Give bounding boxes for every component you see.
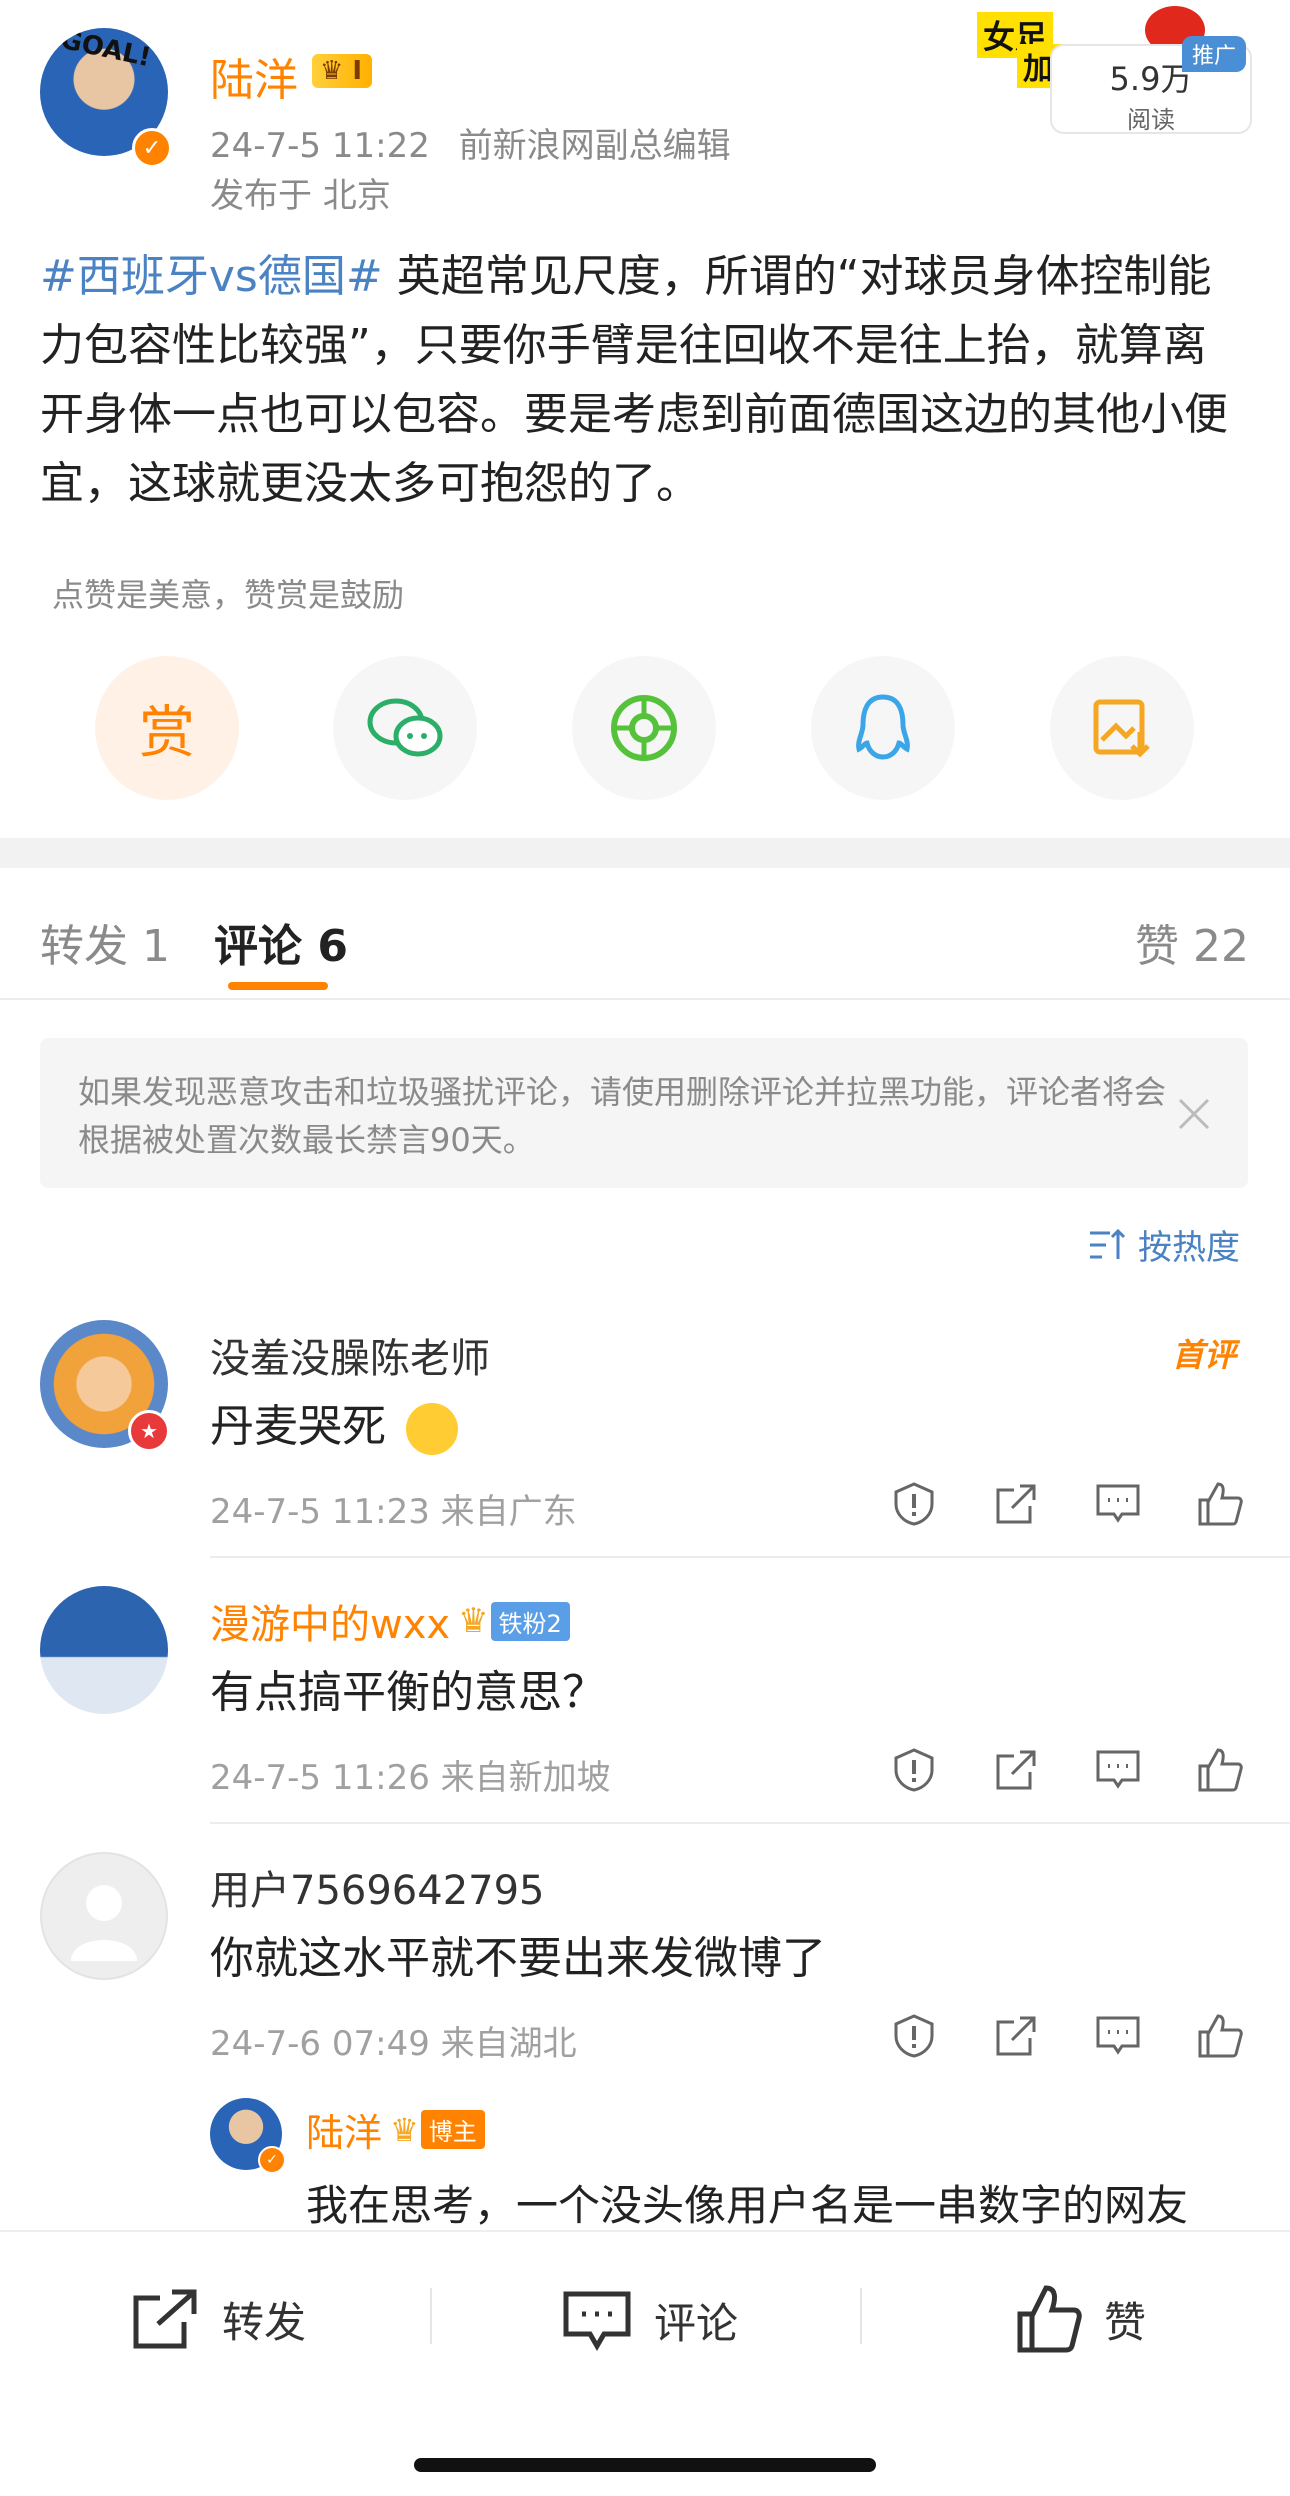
crying-laughing-emoji-icon — [406, 1403, 458, 1455]
home-indicator — [414, 2458, 876, 2472]
tabs-divider — [0, 998, 1290, 1000]
reply-author-name[interactable]: 陆洋 — [306, 2102, 382, 2157]
verified-icon: ✓ — [132, 128, 172, 168]
comment-actions — [890, 1746, 1250, 1798]
comment-text-content: 丹麦哭死 — [210, 1401, 386, 1452]
reply-icon[interactable] — [1094, 1746, 1142, 1794]
fan-badge: 铁粉2 — [490, 1601, 570, 1641]
comment-actions — [890, 2012, 1250, 2064]
comment-notice: 如果发现恶意攻击和垃圾骚扰评论，请使用删除评论并拉黑功能，评论者将会根据被处置次… — [40, 1038, 1248, 1188]
fan-crown-icon: ♛ — [458, 1601, 489, 1641]
vip-crown-badge[interactable]: ♛ Ⅰ — [312, 54, 373, 88]
post-body: #西班牙vs德国# 英超常见尺度，所谓的“对球员身体控制能力包容性比较强”，只要… — [40, 242, 1250, 518]
comment-text: 丹麦哭死 — [210, 1390, 458, 1455]
comment-meta: 24-7-5 11:26 来自新加坡 — [210, 1758, 611, 1798]
moments-icon — [611, 695, 677, 761]
commenter-name[interactable]: 用户7569642795 — [210, 1858, 545, 1916]
reward-tagline: 点赞是美意，赞赏是鼓励 — [52, 576, 405, 614]
close-icon[interactable] — [1176, 1096, 1212, 1132]
bottom-comment-button[interactable]: 评论 — [562, 2288, 738, 2352]
forward-icon[interactable] — [992, 1746, 1040, 1794]
save-image-icon — [1093, 699, 1150, 758]
default-avatar[interactable] — [40, 1852, 168, 1980]
section-gap — [0, 838, 1290, 868]
comment-meta: 24-7-5 11:23 来自广东 — [210, 1492, 577, 1532]
author-name[interactable]: 陆洋 — [210, 44, 298, 108]
sort-icon — [1090, 1228, 1126, 1259]
share-qq-button[interactable] — [811, 656, 955, 800]
report-icon[interactable] — [890, 1746, 938, 1794]
post-timestamp: 24-7-5 11:22 — [210, 126, 430, 166]
like-icon[interactable] — [1196, 2012, 1244, 2060]
share-moments-button[interactable] — [572, 656, 716, 800]
report-icon[interactable] — [890, 1480, 938, 1528]
avatar-goal-text: GOAL! — [57, 28, 154, 74]
member-badge-icon: ★ — [128, 1410, 170, 1452]
comment-text: 有点搞平衡的意思？ — [210, 1667, 606, 1718]
reply-text: 我在思考，一个没头像用户名是一串数字的网友 — [306, 2181, 1189, 2230]
bottom-like-label: 赞 — [1104, 2297, 1147, 2347]
default-user-icon — [71, 1885, 137, 1961]
tab-comment[interactable]: 评论 6 — [214, 910, 348, 974]
share-wechat-button[interactable] — [333, 656, 477, 800]
reward-label: 赏 — [139, 700, 195, 766]
thumb-up-icon — [1017, 2285, 1082, 2353]
first-comment-tag: 首评 — [1172, 1336, 1237, 1374]
report-icon[interactable] — [890, 2012, 938, 2060]
save-image-button[interactable] — [1050, 656, 1194, 800]
bottom-repost-button[interactable]: 转发 — [130, 2288, 306, 2350]
crown-icon: ♛ Ⅰ — [312, 54, 373, 88]
author-description: 前新浪网副总编辑 — [458, 126, 731, 166]
bottom-bar: 转发 评论 赞 — [0, 2230, 1290, 2496]
comment-text: 你就这水平就不要出来发微博了 — [210, 1933, 826, 1984]
promo-tag: 推广 — [1182, 36, 1247, 72]
commenter-name[interactable]: 没羞没臊陈老师 — [210, 1326, 490, 1384]
forward-icon[interactable] — [992, 2012, 1040, 2060]
post-meta: 24-7-5 11:22 前新浪网副总编辑 — [210, 118, 731, 167]
like-icon[interactable] — [1196, 1480, 1244, 1528]
reply-author-row: 陆洋 ♛ 博主 — [306, 2102, 485, 2157]
author-badge: 博主 — [420, 2110, 485, 2149]
comment-divider — [210, 1556, 1290, 1558]
read-label: 阅读 — [1127, 106, 1175, 134]
bottom-comment-label: 评论 — [654, 2298, 739, 2348]
bottom-like-button[interactable]: 赞 — [1016, 2284, 1146, 2354]
bottom-repost-label: 转发 — [222, 2297, 307, 2347]
commenter-name-row: 漫游中的wxx ♛ 铁粉2 — [210, 1592, 570, 1650]
hashtag-link[interactable]: #西班牙vs德国# — [40, 251, 383, 302]
reply-icon[interactable] — [1094, 1480, 1142, 1528]
comment-actions — [890, 1480, 1250, 1532]
reply-crown-icon: ♛ — [390, 2110, 419, 2149]
bottom-separator — [860, 2288, 862, 2344]
tab-repost[interactable]: 转发 1 — [40, 910, 170, 974]
wechat-icon — [367, 698, 443, 757]
sort-label: 按热度 — [1138, 1228, 1240, 1268]
reply-icon[interactable] — [1094, 2012, 1142, 2060]
commenter-avatar[interactable] — [40, 1586, 168, 1714]
reward-button[interactable]: 赏 — [95, 656, 239, 800]
post-location: 发布于 北京 — [210, 176, 391, 216]
tab-like[interactable]: 赞 22 — [1135, 910, 1249, 974]
reply-verified-icon: ✓ — [258, 2146, 286, 2174]
comment-icon — [563, 2291, 631, 2351]
notice-text: 如果发现恶意攻击和垃圾骚扰评论，请使用删除评论并拉黑功能，评论者将会根据被处置次… — [78, 1073, 1167, 1159]
like-icon[interactable] — [1196, 1746, 1244, 1794]
qq-icon — [856, 694, 910, 760]
tab-active-indicator — [228, 982, 328, 990]
repost-icon — [133, 2289, 197, 2349]
forward-icon[interactable] — [992, 1480, 1040, 1528]
commenter-name[interactable]: 漫游中的wxx — [210, 1592, 450, 1650]
sort-button[interactable]: 按热度 — [1088, 1220, 1240, 1269]
comment-meta: 24-7-6 07:49 来自湖北 — [210, 2024, 577, 2064]
bottom-separator — [430, 2288, 432, 2344]
comment-divider — [210, 1822, 1290, 1824]
